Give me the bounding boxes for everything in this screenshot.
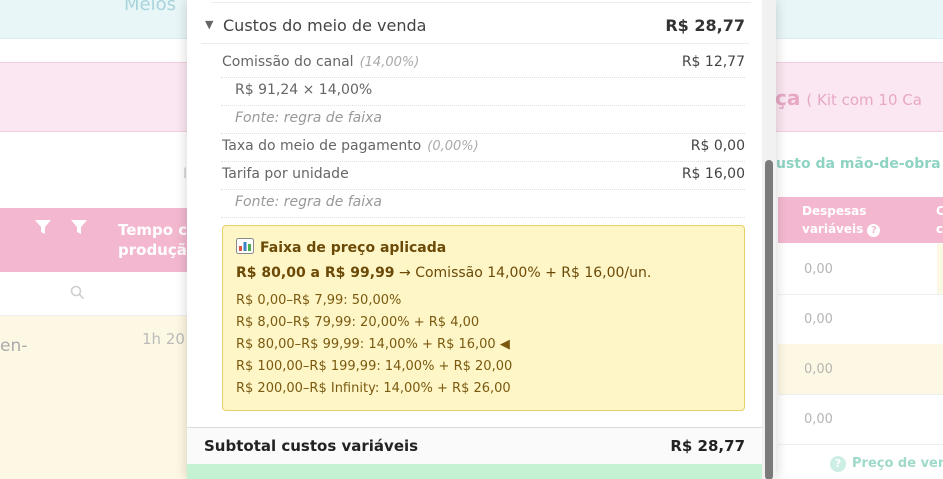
taxa-label-group: Taxa do meio de pagamento (0,00%)	[222, 138, 479, 154]
subtotal-label: Subtotal custos variáveis	[204, 437, 419, 455]
labor-cost-link[interactable]: usto da mão-de-obra	[776, 156, 941, 172]
row-comissao-calc: R$ 91,24 × 14,00%	[221, 78, 745, 106]
comissao-fonte: Fonte: regra de faixa	[235, 110, 383, 126]
applied-rule: → Comissão 14,00% + R$ 16,00/un.	[399, 265, 652, 281]
section-value: R$ 28,77	[665, 16, 745, 35]
comissao-label-group: Comissão do canal (14,00%)	[222, 54, 419, 70]
price-tier-box: Faixa de preço aplicada R$ 80,00 a R$ 99…	[222, 225, 745, 411]
search-icon[interactable]	[70, 285, 85, 304]
table-row[interactable]: 0,00	[778, 294, 943, 345]
row-edge	[937, 244, 943, 294]
column-header-despesas[interactable]: Despesas variáveis ?	[802, 202, 892, 238]
comissao-pct: (14,00%)	[359, 55, 420, 70]
tier-item: R$ 0,00–R$ 7,99: 50,00%	[236, 293, 402, 308]
row-product-name: en-	[0, 336, 28, 356]
row-comissao-fonte: Fonte: regra de faixa	[221, 106, 745, 134]
cost-breakdown-panel: ▼ Custos do meio de venda R$ 28,77 Comis…	[187, 0, 776, 479]
comissao-value: R$ 12,77	[681, 54, 745, 70]
table-row[interactable]: 0,00	[778, 344, 943, 395]
product-title-sub: ( Kit com 10 Ca	[806, 91, 922, 109]
next-section-strip	[187, 464, 762, 479]
tier-item-active: R$ 80,00–R$ 99,99: 14,00% + R$ 16,00 ◀	[236, 337, 510, 352]
filter-icon[interactable]	[70, 218, 88, 241]
row-taxa-pagamento: Taxa do meio de pagamento (0,00%) R$ 0,00	[221, 134, 745, 162]
comissao-calc: R$ 91,24 × 14,00%	[235, 82, 373, 98]
applied-range: R$ 80,00 a R$ 99,99	[236, 265, 395, 281]
help-icon: ?	[830, 456, 846, 472]
collapse-triangle-icon[interactable]: ▼	[205, 18, 213, 31]
taxa-label: Taxa do meio de pagamento	[222, 138, 422, 154]
cell-despesas: 0,00	[804, 262, 833, 277]
column-header-tempo[interactable]: Tempo c produçã	[118, 220, 188, 260]
table-row[interactable]: 0,00	[778, 244, 943, 295]
tarifa-label: Tarifa por unidade	[222, 166, 349, 182]
column-search-row	[0, 273, 190, 316]
price-tier-title: Faixa de preço aplicada	[236, 238, 446, 258]
tarifa-value: R$ 16,00	[681, 166, 745, 182]
column-header-despesas-label: Despesas variáveis	[802, 204, 867, 236]
previous-row-edge	[211, 0, 751, 3]
price-help-link[interactable]: ? Preço de vend	[830, 456, 943, 472]
cell-despesas: 0,00	[804, 412, 833, 427]
taxa-value: R$ 0,00	[690, 138, 745, 154]
column-header-next[interactable]: C c	[936, 202, 943, 238]
scrollbar-thumb[interactable]	[765, 160, 773, 479]
filter-icon[interactable]	[34, 218, 52, 241]
row-comissao-canal: Comissão do canal (14,00%) R$ 12,77	[221, 50, 745, 78]
section-label: Custos do meio de venda	[223, 16, 427, 35]
product-title: ça ( Kit com 10 Ca	[775, 86, 922, 110]
subtotal-value: R$ 28,77	[670, 437, 745, 455]
product-title-text: ça	[775, 86, 801, 110]
subtotal-row: Subtotal custos variáveis R$ 28,77	[187, 427, 762, 465]
help-icon[interactable]: ?	[867, 224, 881, 237]
taxa-pct: (0,00%)	[427, 139, 479, 154]
row-tarifa-fonte: Fonte: regra de faixa	[221, 190, 745, 218]
table-row[interactable]: 0,00	[778, 394, 943, 445]
comissao-label: Comissão do canal	[222, 54, 354, 70]
section-custos-meio-venda[interactable]: ▼ Custos do meio de venda R$ 28,77	[201, 12, 749, 44]
tier-item: R$ 8,00–R$ 79,99: 20,00% + R$ 4,00	[236, 315, 480, 330]
tarifa-fonte: Fonte: regra de faixa	[235, 194, 383, 210]
tier-item: R$ 200,00–R$ Infinity: 14,00% + R$ 26,00	[236, 381, 511, 396]
bar-chart-icon	[236, 238, 254, 258]
row-tarifa-unidade: Tarifa por unidade R$ 16,00	[221, 162, 745, 190]
row-time: 1h 20	[142, 330, 185, 348]
price-help-label: Preço de vend	[852, 456, 943, 471]
tab-meios[interactable]: Meios	[124, 0, 176, 15]
scrollbar-track[interactable]	[762, 0, 776, 479]
cell-despesas: 0,00	[804, 362, 833, 377]
applied-tier: R$ 80,00 a R$ 99,99 → Comissão 14,00% + …	[236, 265, 651, 281]
tier-item: R$ 100,00–R$ 199,99: 14,00% + R$ 20,00	[236, 359, 513, 374]
cell-despesas: 0,00	[804, 312, 833, 327]
price-tier-title-text: Faixa de preço aplicada	[260, 240, 447, 256]
